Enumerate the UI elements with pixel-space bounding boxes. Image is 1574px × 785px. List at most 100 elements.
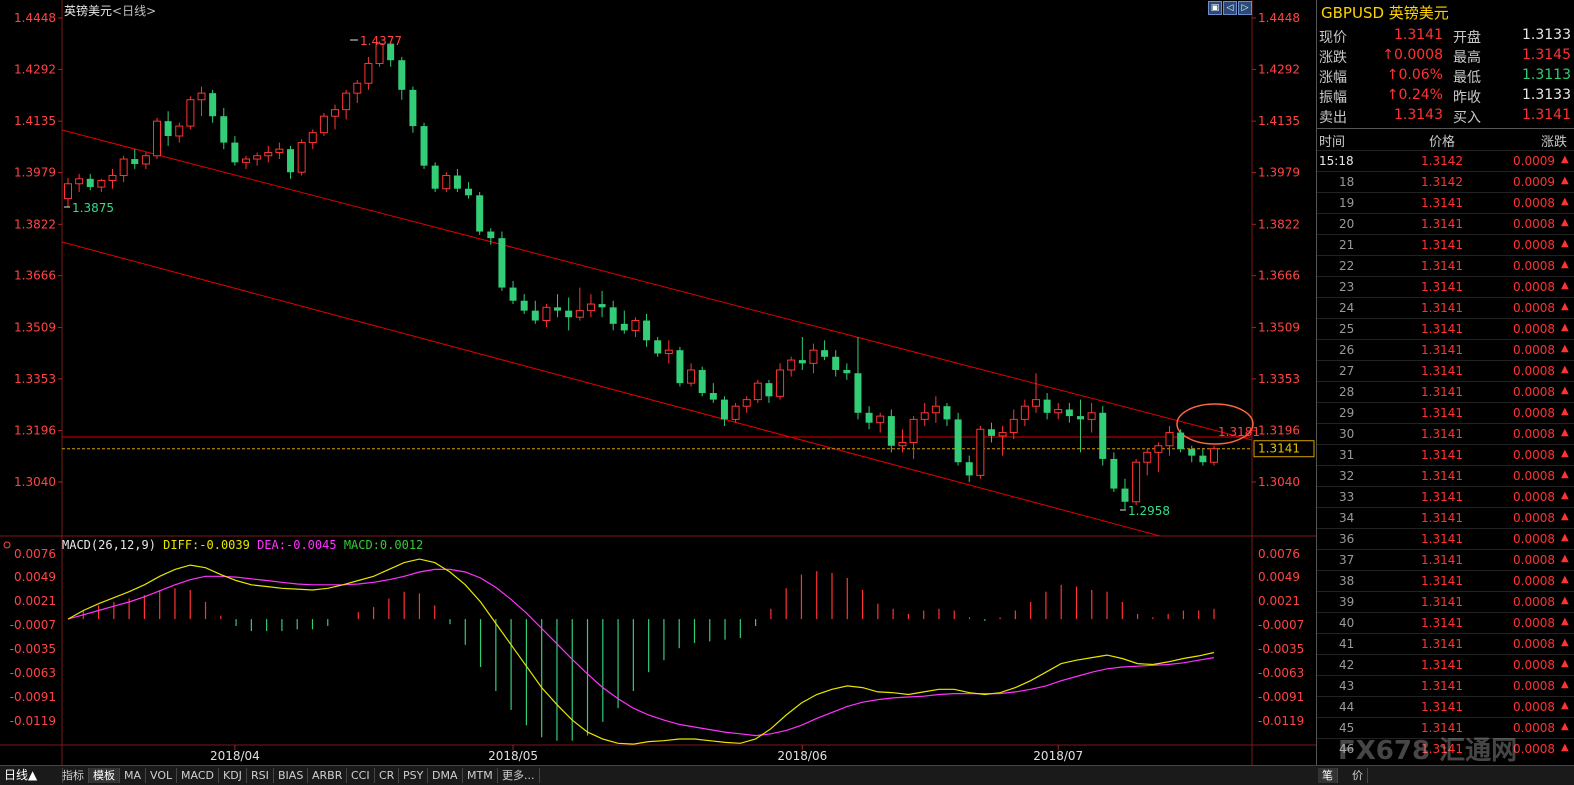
tick-row: 32 1.3141 0.0008 ▲: [1317, 465, 1574, 487]
tick-price: 1.3141: [1421, 238, 1463, 252]
candle-body-down: [565, 310, 573, 318]
quote-row: 涨幅 ↑0.06% 最低 1.3113: [1317, 66, 1574, 86]
indicator-tab[interactable]: KDJ: [219, 768, 247, 783]
quote-value: 1.3145: [1522, 47, 1571, 63]
indicator-tab[interactable]: DMA: [428, 768, 463, 783]
candle-body-down: [131, 159, 139, 164]
diff-line: [67, 558, 1215, 745]
candle-body-down: [465, 188, 473, 196]
quote-row: 振幅 ↑0.24% 昨收 1.3133: [1317, 86, 1574, 106]
tick-row: 26 1.3141 0.0008 ▲: [1317, 339, 1574, 361]
ticks-header-time: 时间: [1319, 135, 1346, 150]
quote-symbol: GBPUSD: [1321, 4, 1385, 22]
indicator-tab[interactable]: ARBR: [308, 768, 348, 783]
indicator-tab[interactable]: PSY: [399, 768, 429, 783]
ticks-header-price: 价格: [1429, 135, 1456, 150]
watermark-logo: FX678 汇通网: [1338, 736, 1518, 766]
up-arrow-icon: ▲: [1561, 616, 1569, 627]
candle-body-up: [75, 178, 84, 185]
indicator-tab[interactable]: 指标: [58, 768, 89, 783]
price-axis-label-left: 1.3822: [14, 217, 56, 231]
candle-body-up: [809, 349, 818, 364]
tick-price: 1.3141: [1421, 574, 1463, 588]
candle-body-up: [175, 125, 184, 137]
chart-area[interactable]: 1.4448 1.4448 1.4292 1.4292 1.4135 1.4135 1.39…: [0, 0, 1316, 784]
candle-body-up: [64, 183, 72, 200]
candle-body-down: [943, 406, 951, 420]
candle-body-up: [1087, 412, 1096, 420]
candle-body-down: [832, 356, 840, 370]
candle-body-up: [664, 349, 673, 354]
prev-icon[interactable]: ◁: [1223, 1, 1237, 15]
candle-body-up: [586, 303, 595, 312]
candle-body-up: [1132, 461, 1141, 503]
indicator-tab[interactable]: 模板: [89, 768, 120, 783]
up-arrow-icon: ▲: [1561, 637, 1569, 648]
indicator-tab[interactable]: BIAS: [274, 768, 309, 783]
indicator-tab-bar: 日线▲ 指标 模板 MA VOL MACD KDJ RSI BIAS ARBR CCI CR PSY D…: [0, 765, 1316, 785]
tick-price: 1.3141: [1421, 301, 1463, 315]
candle-body-down: [86, 178, 94, 188]
tick-change: 0.0008: [1513, 721, 1555, 735]
indicator-tab[interactable]: MACD: [177, 768, 219, 783]
macd-axis-label-left: -0.0063: [10, 666, 56, 680]
price-axis-label-left: 1.3666: [14, 269, 56, 283]
indicator-tab[interactable]: MTM: [463, 768, 498, 783]
date-label: 2018/06: [777, 749, 827, 763]
tick-change: 0.0008: [1513, 259, 1555, 273]
indicator-tab[interactable]: 更多...: [498, 768, 540, 783]
tick-time: 18: [1339, 175, 1355, 189]
up-arrow-icon: ▲: [1561, 154, 1569, 165]
quote-row: 涨跌 ↑0.0008 最高 1.3145: [1317, 46, 1574, 66]
tick-row: 38 1.3141 0.0008 ▲: [1317, 570, 1574, 592]
candle-body-down: [954, 419, 962, 463]
candle-body-up: [197, 92, 206, 101]
restore-icon[interactable]: ▣: [1208, 1, 1222, 15]
indicator-tab[interactable]: MA: [120, 768, 147, 783]
candle-body-down: [209, 93, 217, 117]
indicator-tab[interactable]: RSI: [247, 768, 274, 783]
candle-body-up: [108, 175, 117, 181]
up-arrow-icon: ▲: [1561, 406, 1569, 417]
candle-body-down: [476, 195, 484, 232]
price-axis-label-left: 1.3196: [14, 424, 56, 438]
candle-body-down: [798, 360, 806, 364]
macd-axis-label-right: -0.0007: [1258, 618, 1304, 632]
candle-body-up: [1031, 399, 1040, 407]
indicator-tab[interactable]: CCI: [347, 768, 375, 783]
quote-value: 1.3133: [1522, 87, 1571, 103]
candle-body-down: [231, 142, 239, 163]
candle-body-down: [654, 340, 662, 354]
next-icon[interactable]: ▷: [1238, 1, 1252, 15]
candle-body-up: [1154, 445, 1163, 453]
macd-axis-label-left: 0.0021: [14, 594, 56, 608]
tick-change: 0.0008: [1513, 280, 1555, 294]
indicator-tab[interactable]: CR: [375, 768, 400, 783]
date-label: 2018/04: [210, 749, 260, 763]
candle-body-down: [487, 231, 495, 239]
tick-time: 38: [1339, 574, 1355, 588]
low-annotation: 1.2958: [1128, 504, 1170, 518]
quote-label: 卖出: [1319, 110, 1347, 126]
tick-time: 39: [1339, 595, 1355, 609]
tick-price: 1.3141: [1421, 196, 1463, 210]
tab-trades[interactable]: 笔: [1318, 768, 1338, 783]
tick-price: 1.3141: [1421, 259, 1463, 273]
tick-change: 0.0008: [1513, 511, 1555, 525]
tick-time: 40: [1339, 616, 1355, 630]
quote-value: 1.3141: [1394, 27, 1443, 43]
period-tab[interactable]: 日线▲: [0, 768, 63, 783]
tick-time: 27: [1339, 364, 1355, 378]
price-axis-label-right: 1.3509: [1258, 320, 1300, 334]
candle-body-up: [342, 92, 351, 111]
quote-row: 现价 1.3141 开盘 1.3133: [1317, 26, 1574, 46]
macd-axis-label-right: -0.0091: [1258, 690, 1304, 704]
tab-price[interactable]: 价: [1348, 768, 1368, 783]
candle-body-up: [331, 109, 340, 117]
candle-body-up: [909, 418, 918, 443]
tick-row: 19 1.3141 0.0008 ▲: [1317, 192, 1574, 214]
price-axis-label-right: 1.4292: [1258, 62, 1300, 76]
indicator-tab[interactable]: VOL: [146, 768, 178, 783]
price-axis-label-left: 1.4448: [14, 11, 56, 25]
price-axis-label-right: 1.3822: [1258, 217, 1300, 231]
